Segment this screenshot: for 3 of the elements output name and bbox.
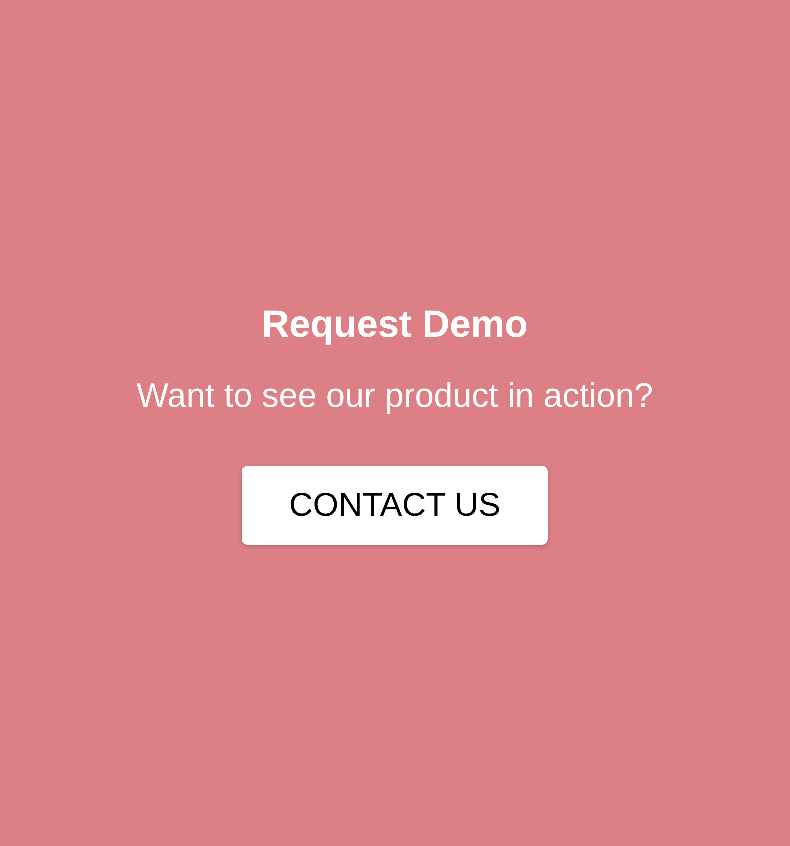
subtitle: Want to see our product in action?: [136, 376, 654, 416]
heading: Request Demo: [262, 302, 528, 348]
contact-button[interactable]: CONTACT US: [242, 466, 548, 544]
